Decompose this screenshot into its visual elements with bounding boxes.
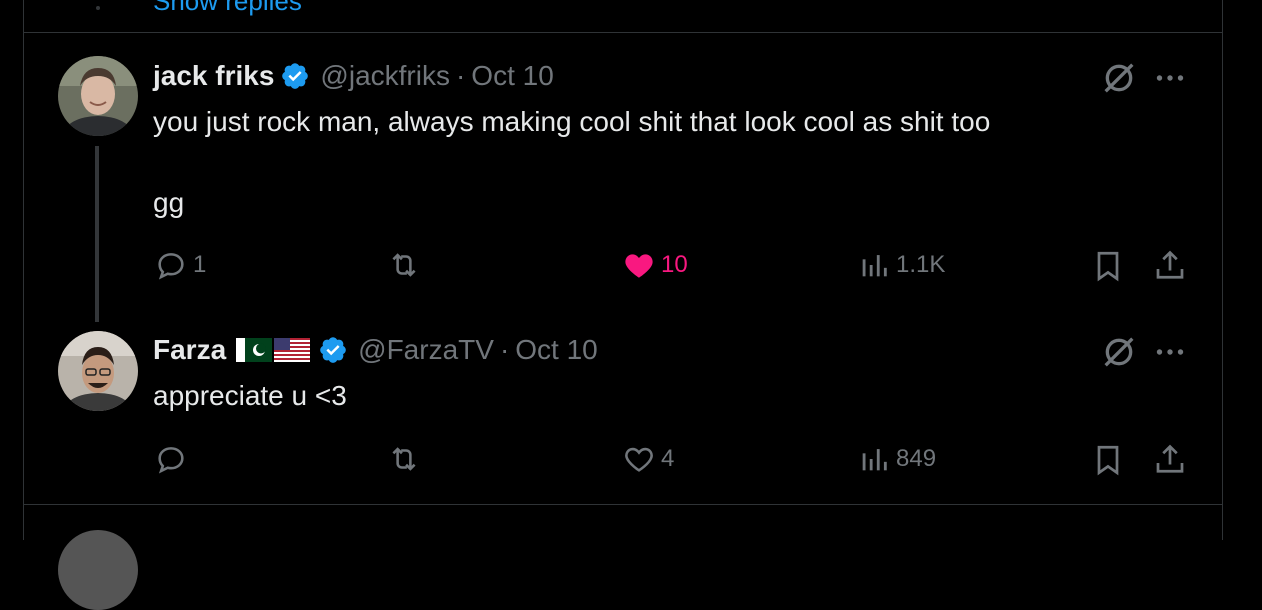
verified-icon <box>320 337 346 363</box>
reply-icon <box>158 447 184 474</box>
views-icon <box>862 255 887 277</box>
more-icon[interactable] <box>1152 60 1188 96</box>
author-name[interactable]: jack friks <box>153 60 274 92</box>
like-button[interactable]: 10 <box>622 248 688 282</box>
like-count: 4 <box>661 445 675 472</box>
reply-count: 1 <box>193 251 207 278</box>
tweet-header: jack friks @jackfriks · Oct 10 <box>153 60 554 92</box>
tweet-text: gg <box>153 187 185 218</box>
separator: · <box>499 334 510 365</box>
author-handle[interactable]: @FarzaTV <box>358 334 494 366</box>
grok-icon[interactable] <box>1099 332 1139 372</box>
views-button[interactable]: 849 <box>857 442 936 476</box>
more-icon[interactable] <box>1152 334 1188 370</box>
reply-button[interactable]: 1 <box>154 248 206 282</box>
retweet-icon <box>392 253 416 277</box>
avatar-farza[interactable] <box>58 331 138 411</box>
divider <box>24 32 1222 33</box>
show-replies-link[interactable]: Show replies <box>153 0 302 17</box>
pakistan-flag-icon <box>236 338 273 362</box>
view-count: 1.1K <box>896 251 946 278</box>
tweet-header: Farza @FarzaTV · Oct 10 <box>153 334 598 366</box>
reply-icon <box>158 253 184 280</box>
tweet-text: you just rock man, always making cool sh… <box>153 106 991 137</box>
retweet-icon <box>392 447 416 471</box>
bookmark-icon[interactable] <box>1090 248 1126 284</box>
retweet-button[interactable] <box>387 248 421 282</box>
reply-button[interactable] <box>154 442 193 476</box>
like-count: 10 <box>661 251 688 278</box>
thread-line <box>95 146 99 322</box>
us-flag-icon <box>274 338 311 362</box>
tweet-date[interactable]: Oct 10 <box>515 334 597 366</box>
author-name[interactable]: Farza <box>153 334 226 366</box>
grok-icon[interactable] <box>1099 58 1139 98</box>
heart-icon <box>625 447 653 472</box>
separator: · <box>455 60 466 91</box>
view-count: 849 <box>896 445 937 472</box>
share-icon[interactable] <box>1152 442 1188 478</box>
tweet-date[interactable]: Oct 10 <box>471 60 553 92</box>
divider <box>24 504 1222 505</box>
timeline-column: Show replies jack friks @jackfriks · Oct… <box>23 0 1223 610</box>
tweet-text: appreciate u <3 <box>153 380 347 411</box>
avatar-next[interactable] <box>58 530 138 610</box>
verified-icon <box>282 63 309 89</box>
avatar-jackfriks[interactable] <box>58 56 138 136</box>
thread-dot <box>96 6 100 10</box>
like-button[interactable]: 4 <box>622 442 674 476</box>
share-icon[interactable] <box>1152 248 1188 284</box>
views-icon <box>862 449 887 471</box>
views-button[interactable]: 1.1K <box>857 248 945 282</box>
heart-icon <box>625 254 653 278</box>
author-handle[interactable]: @jackfriks <box>320 60 450 92</box>
retweet-button[interactable] <box>387 442 421 476</box>
bookmark-icon[interactable] <box>1090 442 1126 478</box>
